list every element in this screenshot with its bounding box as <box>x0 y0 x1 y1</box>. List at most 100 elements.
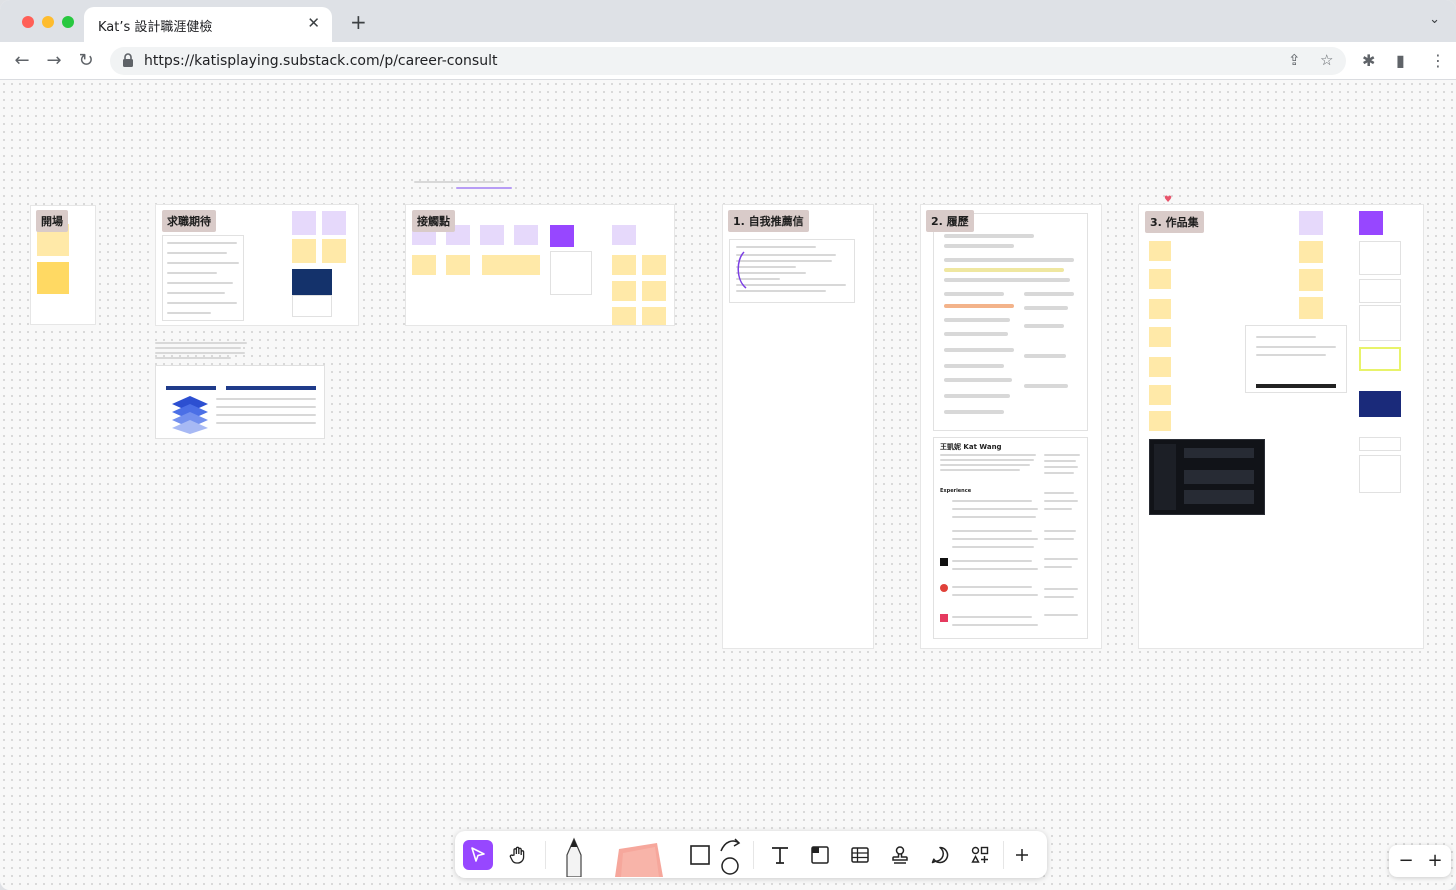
portfolio-thumbnail[interactable] <box>1359 347 1401 371</box>
minimize-window-button[interactable] <box>42 16 54 28</box>
portfolio-thumbnail[interactable] <box>1359 391 1401 417</box>
sticky-note[interactable] <box>292 239 316 263</box>
side-panel-icon[interactable]: ▮ <box>1396 51 1405 70</box>
active-tab[interactable]: Kat’s 設計職涯健檢 ✕ <box>84 7 332 42</box>
portfolio-thumbnail[interactable] <box>1359 241 1401 275</box>
resume-page[interactable]: 王凱妮 Kat Wang Experience <box>933 437 1088 639</box>
table-tool-button[interactable] <box>845 840 875 870</box>
section-resume[interactable]: 王凱妮 Kat Wang Experience <box>920 204 1102 649</box>
portfolio-thumbnail[interactable] <box>1359 305 1401 341</box>
browser-toolbar: ← → ↻ https://katisplaying.substack.com/… <box>0 42 1456 80</box>
share-icon[interactable]: ⇪ <box>1288 51 1301 69</box>
sticky-note[interactable] <box>1299 297 1323 319</box>
address-bar[interactable]: https://katisplaying.substack.com/p/care… <box>110 47 1346 75</box>
resume-page-blurred[interactable] <box>933 213 1088 431</box>
note-line <box>155 352 245 354</box>
note-line <box>456 187 512 189</box>
close-window-button[interactable] <box>22 16 34 28</box>
sticky-note[interactable] <box>1149 241 1171 261</box>
section-label-portfolio[interactable]: 3. 作品集 <box>1145 211 1204 233</box>
sticky-note[interactable] <box>1149 411 1171 431</box>
zoom-in-button[interactable]: + <box>1423 849 1447 873</box>
sticky-note[interactable] <box>37 262 69 294</box>
section-cover-letter[interactable] <box>722 204 874 649</box>
sticky-note[interactable] <box>412 255 436 275</box>
sticky-note[interactable] <box>642 255 666 275</box>
pen-icon <box>566 837 582 877</box>
widgets-tool-button[interactable] <box>965 840 995 870</box>
forward-icon[interactable]: → <box>42 49 66 73</box>
career-ladder-card[interactable] <box>155 365 325 439</box>
sticky-note[interactable] <box>446 255 470 275</box>
zoom-window-button[interactable] <box>62 16 74 28</box>
section-label-resume[interactable]: 2. 履歷 <box>926 210 974 232</box>
connector-tool-button[interactable] <box>715 835 745 875</box>
sticky-note[interactable] <box>612 281 636 301</box>
sticky-note[interactable] <box>612 225 636 245</box>
portfolio-chat-screenshot[interactable] <box>1245 325 1347 393</box>
sticky-note[interactable] <box>1149 385 1171 405</box>
sticky-note[interactable] <box>612 307 636 325</box>
section-label-touchpoints[interactable]: 接觸點 <box>412 210 455 232</box>
pen-tool-button[interactable] <box>559 837 589 877</box>
sticky-note[interactable] <box>642 281 666 301</box>
sticky-note[interactable] <box>1149 357 1171 377</box>
sticky-note[interactable] <box>550 225 574 247</box>
sticky-note[interactable] <box>480 225 504 245</box>
reload-icon[interactable]: ↻ <box>74 49 98 73</box>
sticky-note[interactable] <box>1299 241 1323 263</box>
portfolio-thumbnail[interactable] <box>1359 455 1401 493</box>
stamp-tool-button[interactable] <box>885 840 915 870</box>
bookmark-star-icon[interactable]: ☆ <box>1320 51 1333 69</box>
sticky-note[interactable] <box>322 211 346 235</box>
hand-tool-button[interactable] <box>503 840 533 870</box>
cover-letter-doc[interactable] <box>729 239 855 303</box>
sticky-note[interactable] <box>642 307 666 325</box>
close-tab-icon[interactable]: ✕ <box>307 14 320 32</box>
sticky-note-icon <box>615 843 663 877</box>
tab-search-chevron-icon[interactable]: ⌄ <box>1429 12 1440 27</box>
sticky-note[interactable] <box>1149 299 1171 319</box>
shape-tool-button[interactable] <box>685 840 715 870</box>
section-label-opening[interactable]: 開場 <box>36 210 68 232</box>
section-label-cover-letter[interactable]: 1. 自我推薦信 <box>728 210 809 232</box>
sticky-note[interactable] <box>1299 211 1323 235</box>
connector-icon <box>720 838 741 875</box>
section-label-expectations[interactable]: 求職期待 <box>162 210 216 232</box>
sticky-note[interactable] <box>514 225 538 245</box>
sticky-note[interactable] <box>1359 211 1383 235</box>
sticky-note[interactable] <box>292 211 316 235</box>
comment-tool-button[interactable] <box>925 840 955 870</box>
sticky-note[interactable] <box>482 255 540 275</box>
sticky-tool-button[interactable] <box>611 837 667 877</box>
sticky-note[interactable] <box>322 239 346 263</box>
browser-menu-icon[interactable]: ⋮ <box>1430 51 1446 70</box>
text-tool-button[interactable] <box>765 840 795 870</box>
portfolio-thumbnail[interactable] <box>1359 437 1401 451</box>
sticky-note[interactable] <box>1149 269 1171 289</box>
sticky-note[interactable] <box>612 255 636 275</box>
new-tab-icon[interactable]: + <box>350 10 367 34</box>
profile-card[interactable] <box>550 251 592 295</box>
text-icon <box>772 847 788 864</box>
section-tool-button[interactable] <box>805 840 835 870</box>
job-card[interactable] <box>292 295 332 317</box>
sticky-note[interactable] <box>1299 269 1323 291</box>
sticky-note[interactable] <box>1149 327 1171 347</box>
job-card-image[interactable] <box>292 269 332 295</box>
section-portfolio[interactable] <box>1138 204 1424 649</box>
extensions-icon[interactable]: ✱ <box>1362 51 1375 70</box>
portfolio-thumbnail[interactable] <box>1359 279 1401 303</box>
zoom-controls: − + <box>1389 845 1451 877</box>
cursor-icon <box>471 847 485 862</box>
expectation-table[interactable] <box>162 235 244 321</box>
zoom-out-button[interactable]: − <box>1394 849 1418 873</box>
portfolio-dark-screenshot[interactable] <box>1149 439 1265 515</box>
back-icon[interactable]: ← <box>10 49 34 73</box>
more-tools-button[interactable] <box>1007 840 1037 870</box>
heart-reaction-icon: ♥ <box>1164 195 1173 205</box>
table-icon <box>851 847 869 863</box>
move-tool-button[interactable] <box>463 840 493 870</box>
url-text: https://katisplaying.substack.com/p/care… <box>144 53 498 69</box>
whiteboard-canvas[interactable]: 開場 求職期待 接觸點 1. 自我推薦信 王凱妮 Kat Wang Experi… <box>0 80 1456 890</box>
